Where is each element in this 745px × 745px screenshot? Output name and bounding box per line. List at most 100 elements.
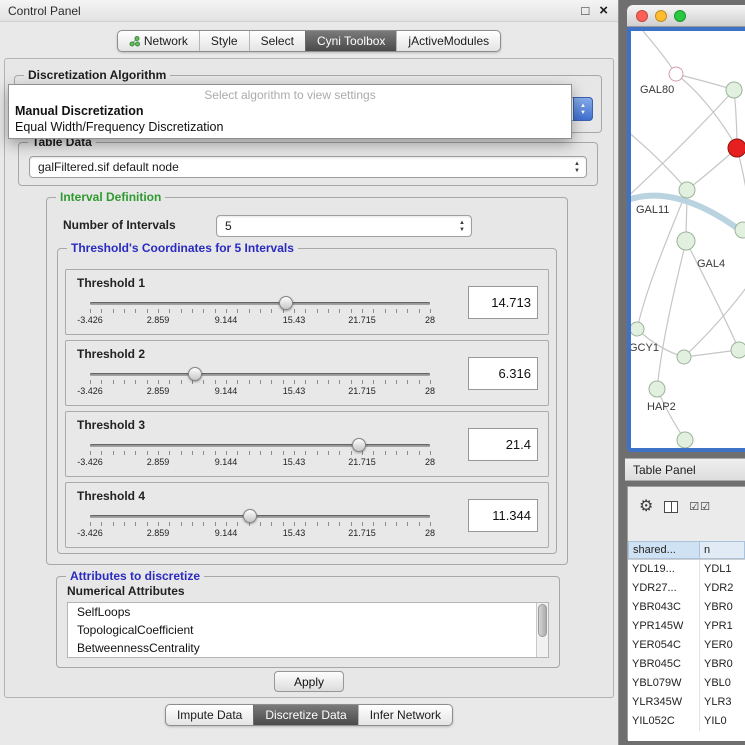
scale-label: 9.144: [215, 386, 238, 396]
table-data-combobox[interactable]: galFiltered.sif default node ▲ ▼: [29, 156, 587, 178]
close-traffic-light-icon[interactable]: [636, 10, 648, 22]
algorithm-option-manual-discretization[interactable]: Manual Discretization: [9, 103, 571, 119]
tick-mark: [215, 380, 216, 384]
attribute-item[interactable]: SelfLoops: [68, 603, 548, 621]
number-of-intervals-combobox[interactable]: 5 ▲ ▼: [216, 215, 472, 237]
node-label: GCY1: [631, 342, 659, 354]
slider-thumb[interactable]: [279, 296, 293, 310]
tick-mark: [407, 309, 408, 313]
threshold-value-field[interactable]: 6.316: [468, 357, 538, 390]
network-node[interactable]: [679, 182, 695, 198]
scrollbar[interactable]: [536, 603, 548, 657]
scale-label: 2.859: [147, 457, 170, 467]
tick-mark: [215, 522, 216, 526]
columns-icon[interactable]: [664, 501, 678, 513]
network-node[interactable]: [631, 322, 644, 336]
tick-mark: [249, 309, 250, 313]
network-node[interactable]: [726, 82, 742, 98]
tab-select[interactable]: Select: [249, 31, 305, 51]
tab-jactivemodules[interactable]: jActiveModules: [396, 31, 500, 51]
tab-network[interactable]: Network: [118, 31, 199, 51]
threshold-value-field[interactable]: 11.344: [468, 499, 538, 532]
tab-infer-network[interactable]: Infer Network: [358, 705, 452, 725]
column-header-shared-name[interactable]: shared...: [628, 541, 700, 559]
tab-discretize-data[interactable]: Discretize Data: [253, 705, 357, 725]
network-node[interactable]: [677, 350, 691, 364]
network-node[interactable]: [728, 139, 745, 157]
network-icon: [129, 36, 140, 47]
attribute-item[interactable]: BetweennessCentrality: [68, 639, 548, 657]
network-node[interactable]: [731, 342, 745, 358]
threshold-panel: Threshold 3-3.4262.8599.14415.4321.71528…: [65, 411, 549, 477]
checkbox-icon: ☑: [700, 501, 711, 513]
tick-mark: [226, 522, 227, 526]
tick-mark: [271, 522, 272, 526]
tick-mark: [271, 380, 272, 384]
tick-mark: [203, 309, 204, 313]
table-row[interactable]: YDL19...YDL1: [628, 560, 745, 579]
network-node[interactable]: [677, 432, 693, 448]
cell-name: YLR3: [700, 693, 745, 712]
table-row[interactable]: YIL052CYIL0: [628, 712, 745, 731]
combo-value: 5: [225, 219, 232, 233]
network-node[interactable]: [669, 67, 683, 81]
thresholds-list: Threshold 1-3.4262.8599.14415.4321.71528…: [65, 269, 549, 553]
numerical-attributes-list[interactable]: SelfLoopsTopologicalCoefficientBetweenne…: [67, 602, 549, 658]
tab-impute-data[interactable]: Impute Data: [166, 705, 253, 725]
table-row[interactable]: YPR145WYPR1: [628, 617, 745, 636]
tick-mark: [147, 309, 148, 313]
table-row[interactable]: YBR045CYBR0: [628, 655, 745, 674]
minimize-traffic-light-icon[interactable]: [655, 10, 667, 22]
slider-thumb[interactable]: [243, 509, 257, 523]
slider-scale: -3.4262.8599.14415.4321.71528: [90, 386, 430, 397]
threshold-value-field[interactable]: 21.4: [468, 428, 538, 461]
table-row[interactable]: YBR043CYBR0: [628, 598, 745, 617]
tick-mark: [317, 309, 318, 313]
slider-thumb[interactable]: [188, 367, 202, 381]
apply-button[interactable]: Apply: [274, 671, 344, 692]
tab-label: Infer Network: [370, 708, 441, 722]
table-row[interactable]: YER054CYER0: [628, 636, 745, 655]
tick-mark: [373, 380, 374, 384]
network-node[interactable]: [649, 381, 665, 397]
combo-stepper[interactable]: ▲ ▼: [567, 156, 587, 178]
tick-mark: [407, 380, 408, 384]
cell-shared-name: YDL19...: [628, 560, 700, 579]
column-header-name[interactable]: n: [700, 541, 745, 559]
slider-thumb[interactable]: [352, 438, 366, 452]
tab-style[interactable]: Style: [199, 31, 249, 51]
table-row[interactable]: YBL079WYBL0: [628, 674, 745, 693]
algorithm-option-equal-width-frequency-discretization[interactable]: Equal Width/Frequency Discretization: [9, 119, 571, 135]
slider-ticks: [90, 522, 430, 527]
combo-stepper[interactable]: ▲ ▼: [452, 215, 472, 237]
select-columns-icon[interactable]: ☑☑: [689, 500, 711, 513]
tick-mark: [260, 451, 261, 455]
table-row[interactable]: YDR27...YDR2: [628, 579, 745, 598]
tab-cyni-toolbox[interactable]: Cyni Toolbox: [305, 31, 396, 51]
threshold-slider[interactable]: -3.4262.8599.14415.4321.71528: [90, 366, 430, 400]
tick-mark: [181, 522, 182, 526]
threshold-slider[interactable]: -3.4262.8599.14415.4321.71528: [90, 437, 430, 471]
scrollbar-thumb[interactable]: [538, 604, 547, 637]
float-window-icon[interactable]: □: [581, 4, 589, 17]
algorithm-dropdown-popup: Select algorithm to view settings Manual…: [8, 84, 572, 139]
table-row[interactable]: YLR345WYLR3: [628, 693, 745, 712]
tick-mark: [362, 309, 363, 313]
table-rows: YDL19...YDL1YDR27...YDR2YBR043CYBR0YPR14…: [628, 559, 745, 741]
zoom-traffic-light-icon[interactable]: [674, 10, 686, 22]
combo-stepper[interactable]: ▲ ▼: [573, 97, 593, 121]
tick-mark: [249, 451, 250, 455]
tick-mark: [283, 522, 284, 526]
network-canvas[interactable]: GAL80GAL11GAL4GCY1HAP2: [631, 31, 745, 448]
threshold-value-field[interactable]: 14.713: [468, 286, 538, 319]
threshold-slider[interactable]: -3.4262.8599.14415.4321.71528: [90, 295, 430, 329]
attribute-item[interactable]: TopologicalCoefficient: [68, 621, 548, 639]
tick-mark: [294, 309, 295, 313]
threshold-slider[interactable]: -3.4262.8599.14415.4321.71528: [90, 508, 430, 542]
network-edge: [631, 126, 687, 190]
tick-mark: [260, 380, 261, 384]
close-icon[interactable]: ×: [599, 3, 608, 18]
network-node[interactable]: [677, 232, 695, 250]
tick-mark: [407, 522, 408, 526]
gear-icon[interactable]: ⚙: [639, 499, 653, 515]
